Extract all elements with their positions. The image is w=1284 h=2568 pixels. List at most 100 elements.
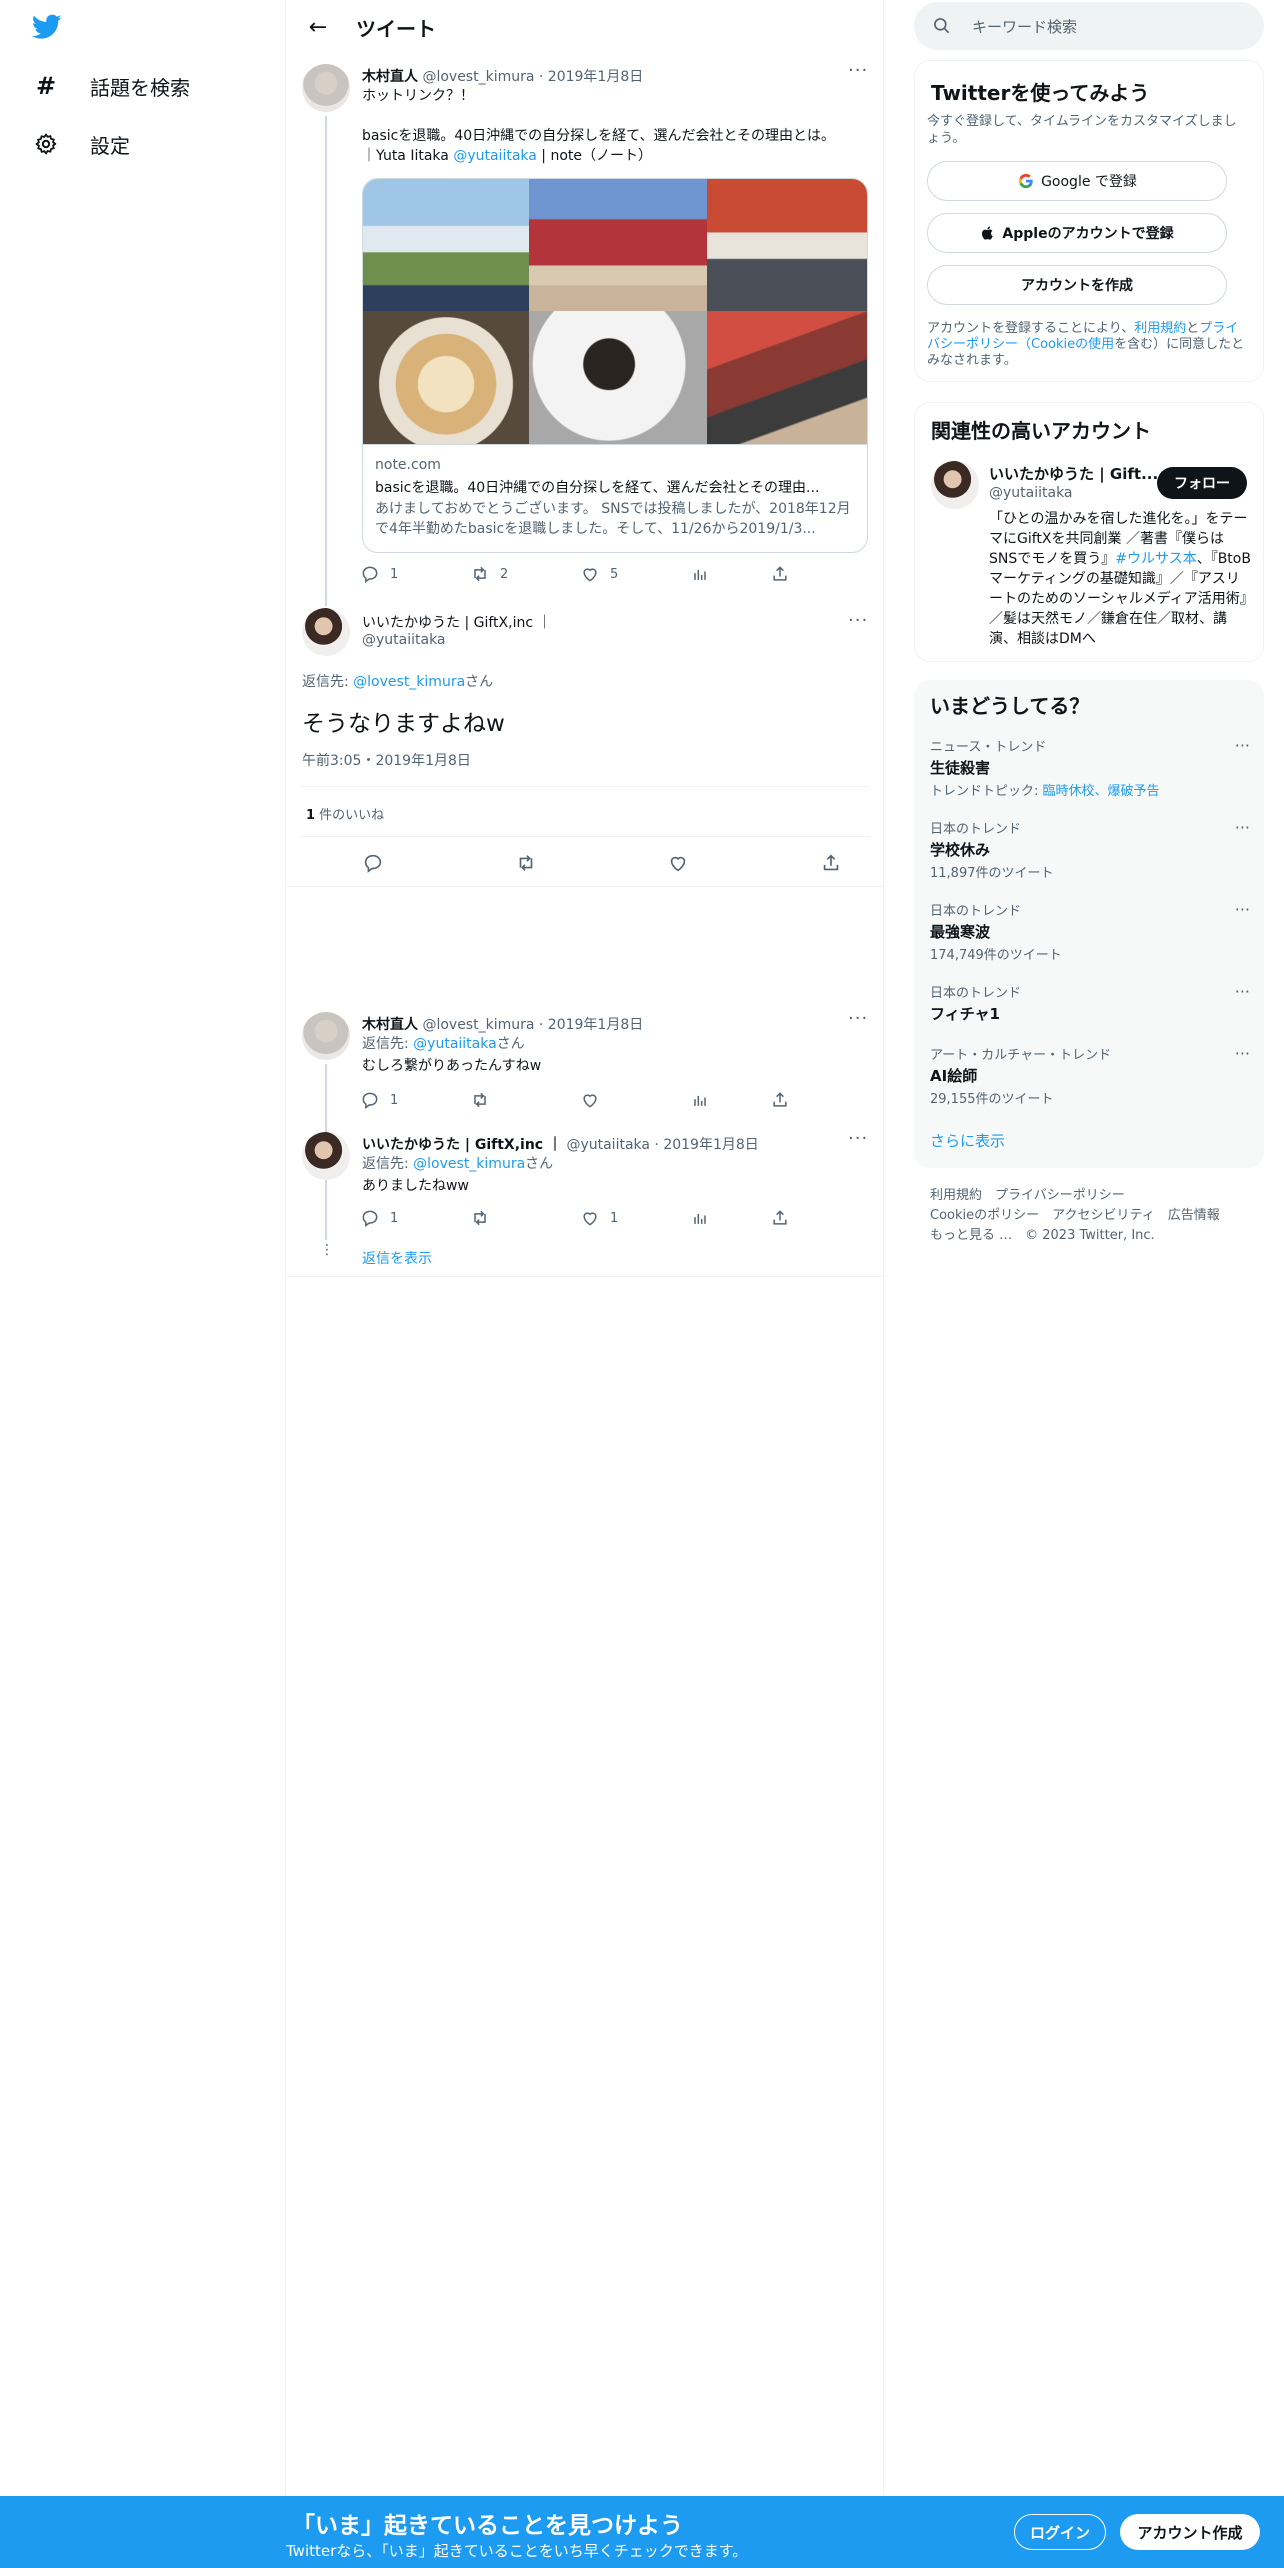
avatar[interactable] (302, 608, 350, 656)
main-column: ← ツイート 木村直人 @lovest_kimura · 2019年1月8日 ·… (286, 0, 884, 2568)
retweet-button[interactable] (470, 1090, 580, 1110)
avatar[interactable] (302, 1132, 350, 1180)
avatar[interactable] (302, 1012, 350, 1060)
avatar[interactable] (302, 64, 350, 112)
create-account-button[interactable]: アカウントを作成 (927, 265, 1227, 305)
mention-link[interactable]: @yutaiitaka (413, 1036, 497, 1052)
divider (286, 886, 884, 887)
tweet-text-line: basicを退職。40日沖縄での自分探しを経て、選んだ会社とその理由とは。 (362, 128, 836, 144)
author-name[interactable]: 木村直人 (362, 1017, 418, 1033)
share-button[interactable] (770, 1208, 850, 1228)
more-options-icon[interactable]: ··· (848, 1008, 868, 1029)
mention-link[interactable]: @lovest_kimura (413, 1156, 525, 1172)
tweet-text-line: ｜Yuta Iitaka @yutaiitaka | note（ノート） (362, 148, 653, 164)
author-name[interactable]: いいたかゆうた | GiftX,inc ｜ (362, 1137, 562, 1153)
more-options-icon[interactable]: ··· (1235, 982, 1250, 1001)
signup-title: Twitterを使ってみよう (931, 81, 1150, 105)
left-navigation: # 話題を検索 設定 (0, 0, 286, 2568)
retweet-icon[interactable] (515, 852, 537, 874)
related-name[interactable]: いいたかゆうた | Gift... (989, 463, 1158, 484)
author-name[interactable]: 木村直人 (362, 69, 418, 85)
back-arrow-icon[interactable]: ← (300, 9, 336, 45)
trend-topic-link[interactable]: 臨時休校、爆破予告 (1043, 784, 1160, 799)
trends-box: いまどうしてる？ ニュース・トレンド 生徒殺害 トレンドトピック: 臨時休校、爆… (914, 680, 1264, 1168)
share-button[interactable] (770, 1090, 850, 1110)
follow-button[interactable]: フォロー (1157, 467, 1247, 499)
trend-item[interactable]: 日本のトレンド 学校休み 11,897件のツイート ··· (930, 818, 1250, 881)
author-handle[interactable]: @yutaiitaka (566, 1137, 650, 1153)
tweet-date[interactable]: 2019年1月8日 (548, 69, 643, 85)
share-icon[interactable] (820, 852, 842, 874)
terms-link[interactable]: 利用規約 (1134, 321, 1186, 336)
reply-button[interactable]: 1 (360, 564, 470, 584)
trend-item[interactable]: ニュース・トレンド 生徒殺害 トレンドトピック: 臨時休校、爆破予告 ··· (930, 736, 1250, 799)
analytics-icon (694, 1095, 706, 1106)
tweet-text-line: ホットリンク？！ (362, 88, 474, 104)
show-more-link[interactable]: さらに表示 (930, 1130, 1005, 1151)
heart-icon (583, 568, 597, 582)
trend-item[interactable]: アート・カルチャー・トレンド AI絵師 29,155件のツイート ··· (930, 1044, 1250, 1107)
heart-icon[interactable] (667, 852, 689, 874)
author-handle[interactable]: @lovest_kimura (422, 1017, 534, 1033)
twitter-bird-icon[interactable] (32, 14, 62, 40)
more-options-icon[interactable]: ··· (848, 1128, 868, 1149)
avatar[interactable] (931, 461, 979, 509)
signup-button[interactable]: アカウント作成 (1120, 2514, 1260, 2550)
like-count-row[interactable]: 1 件のいいね (306, 804, 384, 823)
mention-link[interactable]: @lovest_kimura (353, 674, 465, 690)
retweet-button[interactable] (470, 1208, 580, 1228)
more-options-icon[interactable]: ··· (1235, 900, 1250, 919)
link-card[interactable]: note.com basicを退職。40日沖縄での自分探しを経て、選んだ会社とそ… (362, 178, 868, 553)
gear-icon (32, 130, 60, 158)
google-icon (1018, 173, 1033, 189)
tweet-actions: 1 (360, 1090, 870, 1110)
apple-signup-button[interactable]: Appleのアカウントで登録 (927, 213, 1227, 253)
share-button[interactable] (770, 564, 850, 584)
card-photo (529, 179, 707, 311)
nav-item-settings[interactable]: 設定 (32, 126, 130, 162)
reply-icon (362, 1092, 378, 1109)
related-handle[interactable]: @yutaiitaka (989, 485, 1073, 501)
focus-author-name[interactable]: いいたかゆうた | GiftX,inc ｜ (362, 612, 551, 632)
reply-icon[interactable] (362, 852, 384, 874)
show-replies-link[interactable]: 返信を表示 (362, 1248, 432, 1268)
footer-links[interactable]: 利用規約 プライバシーポリシー Cookieのポリシー アクセシビリティ 広告情… (930, 1186, 1220, 1246)
card-domain: note.com (375, 457, 441, 473)
search-icon (934, 18, 950, 34)
like-button[interactable]: 1 (580, 1208, 690, 1228)
more-options-icon[interactable]: ··· (1235, 818, 1250, 837)
search-bar[interactable]: キーワード検索 (914, 2, 1264, 50)
analytics-icon (694, 569, 706, 580)
search-input[interactable]: キーワード検索 (972, 16, 1077, 37)
focus-timestamp[interactable]: 午前3:05・2019年1月8日 (302, 750, 471, 770)
mention-link[interactable]: @yutaiitaka (453, 148, 537, 164)
reply-button[interactable]: 1 (360, 1208, 470, 1228)
card-meta: note.com basicを退職。40日沖縄での自分探しを経て、選んだ会社とそ… (363, 444, 867, 552)
divider (300, 786, 870, 787)
tweet-date[interactable]: 2019年1月8日 (663, 1137, 758, 1153)
login-button[interactable]: ログイン (1014, 2514, 1106, 2550)
more-options-icon[interactable]: ··· (1235, 736, 1250, 755)
hashtag-icon: # (35, 72, 57, 100)
hashtag-link[interactable]: #ウルサス本 (1115, 551, 1196, 567)
like-button[interactable]: 5 (580, 564, 690, 584)
analytics-button[interactable] (690, 564, 770, 584)
reply-button[interactable]: 1 (360, 1090, 470, 1110)
google-signup-button[interactable]: Google で登録 (927, 161, 1227, 201)
focus-author-handle[interactable]: @yutaiitaka (362, 632, 446, 648)
trend-item[interactable]: 日本のトレンド 最強寒波 174,749件のツイート ··· (930, 900, 1250, 963)
more-options-icon[interactable]: ··· (848, 60, 868, 81)
more-options-icon[interactable]: ··· (1235, 1044, 1250, 1063)
tweet-header: いいたかゆうた | GiftX,inc ｜ @yutaiitaka · 2019… (362, 1137, 759, 1153)
analytics-button[interactable] (690, 1090, 770, 1110)
trend-item[interactable]: 日本のトレンド フィチャ1 ··· (930, 982, 1250, 1024)
more-options-icon[interactable]: ··· (848, 610, 868, 631)
author-handle[interactable]: @lovest_kimura (422, 69, 534, 85)
like-button[interactable] (580, 1090, 690, 1110)
card-image-collage (363, 179, 867, 444)
tweet-text: むしろ繋がりあったんすねw (362, 1058, 542, 1074)
tweet-date[interactable]: 2019年1月8日 (548, 1017, 643, 1033)
analytics-button[interactable] (690, 1208, 770, 1228)
nav-item-explore[interactable]: # 話題を検索 (32, 68, 190, 104)
retweet-button[interactable]: 2 (470, 564, 580, 584)
